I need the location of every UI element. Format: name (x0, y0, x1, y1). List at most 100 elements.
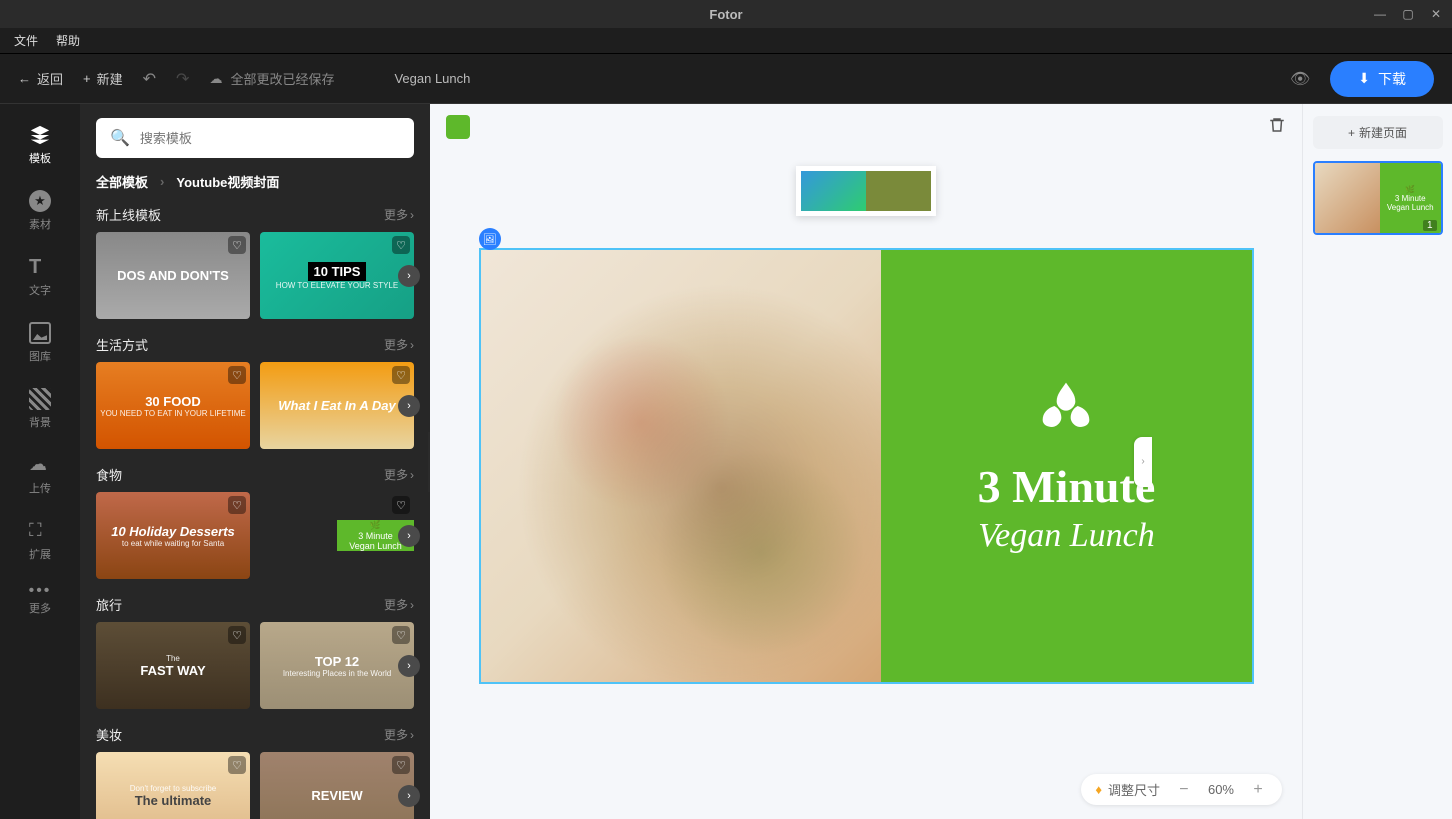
template-thumb[interactable]: Don't forget to subscribeThe ultimate♡ (96, 752, 250, 819)
search-bar[interactable]: 🔍 (96, 118, 414, 158)
favorite-icon[interactable]: ♡ (228, 366, 246, 384)
template-thumb[interactable]: REVIEW♡ (260, 752, 414, 819)
scroll-right-button[interactable]: › (398, 525, 420, 547)
canvas-body[interactable]: 🖼 3 Minute Vegan Lunch (430, 150, 1302, 819)
section-more[interactable]: 更多› (384, 596, 414, 613)
template-thumb[interactable]: 30 FOODYOU NEED TO EAT IN YOUR LIFETIME♡ (96, 362, 250, 449)
download-button[interactable]: ⬇ 下载 (1330, 61, 1434, 97)
favorite-icon[interactable]: ♡ (228, 756, 246, 774)
sidebar-item-photos[interactable]: 图库 (0, 310, 80, 376)
expand-right-panel-button[interactable]: › (1134, 437, 1152, 487)
new-label: 新建 (97, 69, 123, 88)
section-more[interactable]: 更多› (384, 726, 414, 743)
zoom-in-button[interactable]: + (1248, 781, 1268, 799)
favorite-icon[interactable]: ♡ (392, 366, 410, 384)
canvas-toolbar (430, 104, 1302, 150)
template-thumb[interactable]: 10 TIPSHOW TO ELEVATE YOUR STYLE♡ (260, 232, 414, 319)
scroll-right-button[interactable]: › (398, 395, 420, 417)
template-thumb[interactable]: 🌿3 MinuteVegan Lunch♡ (260, 492, 414, 579)
chevron-right-icon: › (410, 468, 414, 482)
delete-button[interactable] (1268, 116, 1286, 139)
templates-panel: 🔍 全部模板 › Youtube视频封面 新上线模板 更多› DOS AND D… (80, 104, 430, 819)
sidebar-item-background[interactable]: 背景 (0, 376, 80, 442)
color-swatch[interactable] (446, 115, 470, 139)
document-title[interactable]: Vegan Lunch (394, 71, 470, 86)
canvas-headline[interactable]: 3 Minute (978, 460, 1156, 513)
zoom-out-button[interactable]: − (1174, 781, 1194, 799)
texture-icon (29, 388, 51, 410)
favorite-icon[interactable]: ♡ (228, 236, 246, 254)
sidebar-label: 素材 (29, 216, 51, 232)
favorite-icon[interactable]: ♡ (228, 626, 246, 644)
sidebar-item-templates[interactable]: 模板 (0, 112, 80, 178)
image-badge-icon[interactable]: 🖼 (479, 228, 501, 250)
menu-file[interactable]: 文件 (14, 32, 38, 49)
chevron-right-icon: › (410, 598, 414, 612)
section-title: 旅行 (96, 595, 122, 614)
sidebar-item-upload[interactable]: ☁ 上传 (0, 442, 80, 508)
new-button[interactable]: + 新建 (83, 69, 123, 88)
add-page-button[interactable]: + 新建页面 (1313, 116, 1443, 149)
favorite-icon[interactable]: ♡ (392, 236, 410, 254)
chevron-right-icon: › (410, 208, 414, 222)
canvas-image[interactable] (481, 250, 882, 682)
sidebar-item-expand[interactable]: ⛶ 扩展 (0, 508, 80, 574)
breadcrumb-root[interactable]: 全部模板 (96, 172, 148, 191)
left-sidebar: 模板 ★ 素材 T 文字 图库 背景 ☁ 上传 ⛶ 扩展 ••• 更多 (0, 104, 80, 819)
maximize-button[interactable]: ▢ (1396, 5, 1420, 23)
template-thumb[interactable]: TOP 12Interesting Places in the World♡ (260, 622, 414, 709)
undo-button[interactable]: ↶ (143, 69, 156, 89)
template-thumb[interactable]: DOS AND DON'TS♡ (96, 232, 250, 319)
redo-button[interactable]: ↷ (176, 69, 189, 89)
canvas-text-block[interactable]: 3 Minute Vegan Lunch (881, 250, 1251, 682)
template-thumb[interactable]: What I Eat In A Day♡ (260, 362, 414, 449)
section-more[interactable]: 更多› (384, 336, 414, 353)
section-more[interactable]: 更多› (384, 206, 414, 223)
sidebar-label: 上传 (29, 480, 51, 496)
section-title: 新上线模板 (96, 205, 161, 224)
scroll-right-button[interactable]: › (398, 265, 420, 287)
sidebar-item-text[interactable]: T 文字 (0, 244, 80, 310)
chevron-right-icon: › (160, 174, 164, 189)
menu-help[interactable]: 帮助 (56, 32, 80, 49)
preview-button[interactable]: 👁 (1290, 69, 1310, 89)
trash-icon (1268, 116, 1286, 134)
text-icon: T (29, 256, 51, 278)
search-input[interactable] (140, 131, 400, 146)
plus-icon: + (1348, 126, 1355, 140)
favorite-icon[interactable]: ♡ (228, 496, 246, 514)
save-status-label: 全部更改已经保存 (230, 69, 334, 88)
expand-icon: ⛶ (29, 520, 51, 542)
collapse-panel-button[interactable]: ‹ (428, 432, 430, 492)
sidebar-item-elements[interactable]: ★ 素材 (0, 178, 80, 244)
favorite-icon[interactable]: ♡ (392, 496, 410, 514)
scroll-right-button[interactable]: › (398, 655, 420, 677)
favorite-icon[interactable]: ♡ (392, 756, 410, 774)
template-thumb[interactable]: 10 Holiday Dessertsto eat while waiting … (96, 492, 250, 579)
favorite-icon[interactable]: ♡ (392, 626, 410, 644)
save-status: ☁ 全部更改已经保存 (209, 69, 334, 88)
scroll-right-button[interactable]: › (398, 785, 420, 807)
cloud-check-icon: ☁ (209, 71, 222, 87)
sidebar-item-more[interactable]: ••• 更多 (0, 574, 80, 628)
page-thumbnail[interactable]: 🌿 3 Minute Vegan Lunch 1 (1313, 161, 1443, 235)
crown-icon: ♦ (1095, 782, 1102, 797)
download-icon: ⬇ (1358, 70, 1370, 87)
back-button[interactable]: ← 返回 (18, 69, 63, 88)
floating-preview[interactable] (796, 166, 936, 216)
more-horizontal-icon: ••• (29, 586, 52, 596)
download-label: 下载 (1378, 69, 1406, 89)
chevron-right-icon: › (410, 728, 414, 742)
plus-icon: + (83, 71, 91, 86)
canvas-subheadline[interactable]: Vegan Lunch (978, 517, 1155, 555)
breadcrumb-current: Youtube视频封面 (176, 172, 279, 191)
close-button[interactable]: ✕ (1424, 5, 1448, 23)
minimize-button[interactable]: — (1368, 5, 1392, 23)
title-bar: Fotor — ▢ ✕ (0, 0, 1452, 28)
leaf-icon: 🌿 (370, 520, 381, 531)
sidebar-label: 文字 (29, 282, 51, 298)
resize-button[interactable]: ♦ 调整尺寸 (1095, 780, 1160, 799)
template-thumb[interactable]: TheFAST WAY♡ (96, 622, 250, 709)
sidebar-label: 背景 (29, 414, 51, 430)
section-more[interactable]: 更多› (384, 466, 414, 483)
